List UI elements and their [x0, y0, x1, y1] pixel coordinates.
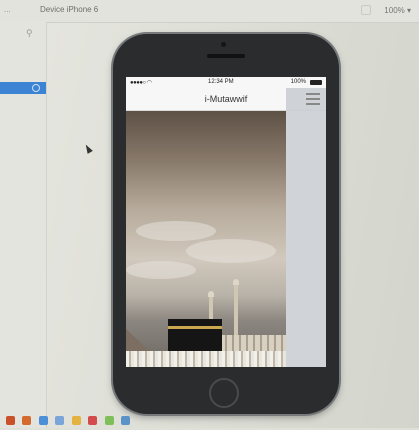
dock-app-icon[interactable]: [38, 416, 48, 425]
pilgrims-crowd: [126, 351, 286, 367]
cloud: [136, 221, 216, 241]
minaret-top: [208, 291, 214, 297]
simulator-toolbar: ... Device iPhone 6 100% ▾: [0, 0, 419, 23]
minaret: [234, 285, 238, 337]
menu-line: [306, 103, 320, 105]
zoom-dropdown[interactable]: 100% ▾: [384, 6, 411, 15]
side-panel-selected-item[interactable]: [0, 82, 46, 94]
dock-app-icon[interactable]: [121, 416, 131, 425]
home-button-icon[interactable]: [209, 378, 239, 408]
camera-icon: [221, 42, 226, 47]
kiswah-band: [168, 326, 222, 329]
monitor-screen: ... Device iPhone 6 100% ▾ ⚲ ●●●●○ ◠ 12:…: [0, 0, 419, 428]
toolbar-left-label: ...: [4, 5, 11, 14]
zoom-checkbox[interactable]: [361, 5, 371, 15]
dock-app-icon[interactable]: [22, 416, 32, 425]
minaret-top: [233, 279, 239, 285]
kaaba: [168, 319, 222, 353]
dock-app-icon[interactable]: [6, 416, 15, 425]
side-panel: ⚲: [0, 22, 47, 428]
dock-app-icon[interactable]: [88, 416, 98, 425]
app-screen: ●●●●○ ◠ 12:34 PM 100% i-Mutawwif: [126, 77, 326, 367]
dock-app-icon[interactable]: [55, 416, 65, 425]
dock-app-icon[interactable]: [104, 416, 114, 425]
menu-line: [306, 98, 320, 100]
signal-icon: ●●●●○ ◠: [130, 80, 152, 86]
cloud: [126, 261, 196, 279]
item-icon: [32, 84, 40, 92]
pin-icon[interactable]: ⚲: [26, 28, 33, 39]
cloud: [186, 239, 276, 263]
app-title: i-Mutawwif: [204, 94, 248, 104]
dock-app-icon[interactable]: [71, 416, 81, 425]
hamburger-menu-icon[interactable]: [306, 93, 320, 105]
status-bar: ●●●●○ ◠ 12:34 PM 100%: [126, 77, 326, 88]
device-selector[interactable]: Device iPhone 6: [40, 5, 98, 14]
speaker-grille: [207, 54, 245, 58]
mouse-pointer-icon: [83, 143, 93, 154]
menu-line: [306, 93, 320, 95]
kaaba-hero-image: [126, 111, 286, 367]
iphone-device: ●●●●○ ◠ 12:34 PM 100% i-Mutawwif: [113, 34, 339, 414]
dock: [6, 412, 226, 426]
battery-icon: [310, 80, 322, 85]
side-menu-drawer[interactable]: [286, 88, 326, 367]
status-time: 12:34 PM: [208, 79, 234, 85]
battery-percent: 100%: [290, 79, 306, 85]
